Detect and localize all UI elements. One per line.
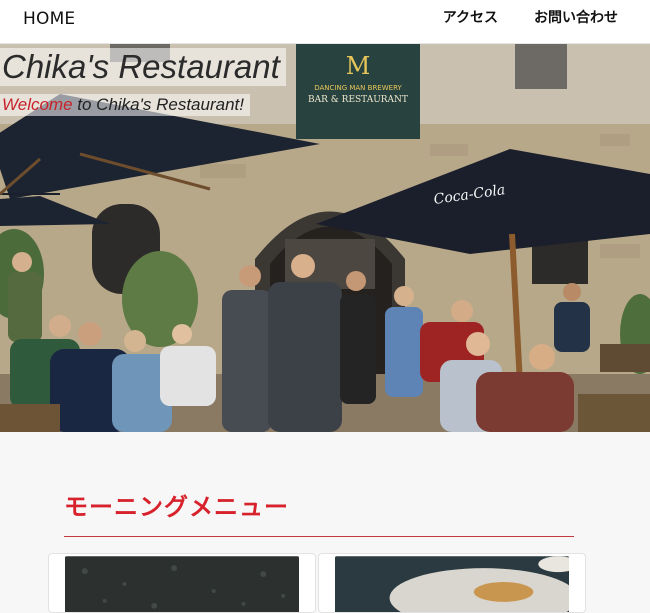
nav-access-link[interactable]: アクセス [443,7,498,27]
menu-card-image [65,556,299,612]
menu-card[interactable] [48,553,316,613]
nav-home-link[interactable]: HOME [23,9,75,29]
menu-card[interactable] [318,553,586,613]
top-nav: HOME アクセス お問い合わせ [0,0,650,44]
menu-card-image [335,556,578,612]
svg-text:M: M [346,52,371,80]
sign-bottom-text: BAR & RESTAURANT [308,95,408,105]
hero-title: Chika's Restaurant [0,48,286,86]
nav-right-links: アクセス お問い合わせ [443,7,618,27]
hero-subtitle-rest: to Chika's Restaurant! [72,95,244,114]
hero-banner: M DANCING MAN BREWERY BAR & RESTAURANT C… [0,44,650,432]
section-divider [64,536,574,537]
hero-subtitle-accent: Welcome [2,95,73,114]
section-title: モーニングメニュー [64,493,289,521]
sign-top-text: DANCING MAN BREWERY [314,84,402,92]
main-content: モーニングメニュー [0,432,650,613]
nav-contact-link[interactable]: お問い合わせ [534,7,618,27]
hero-subtitle: Welcome to Chika's Restaurant! [0,94,250,116]
